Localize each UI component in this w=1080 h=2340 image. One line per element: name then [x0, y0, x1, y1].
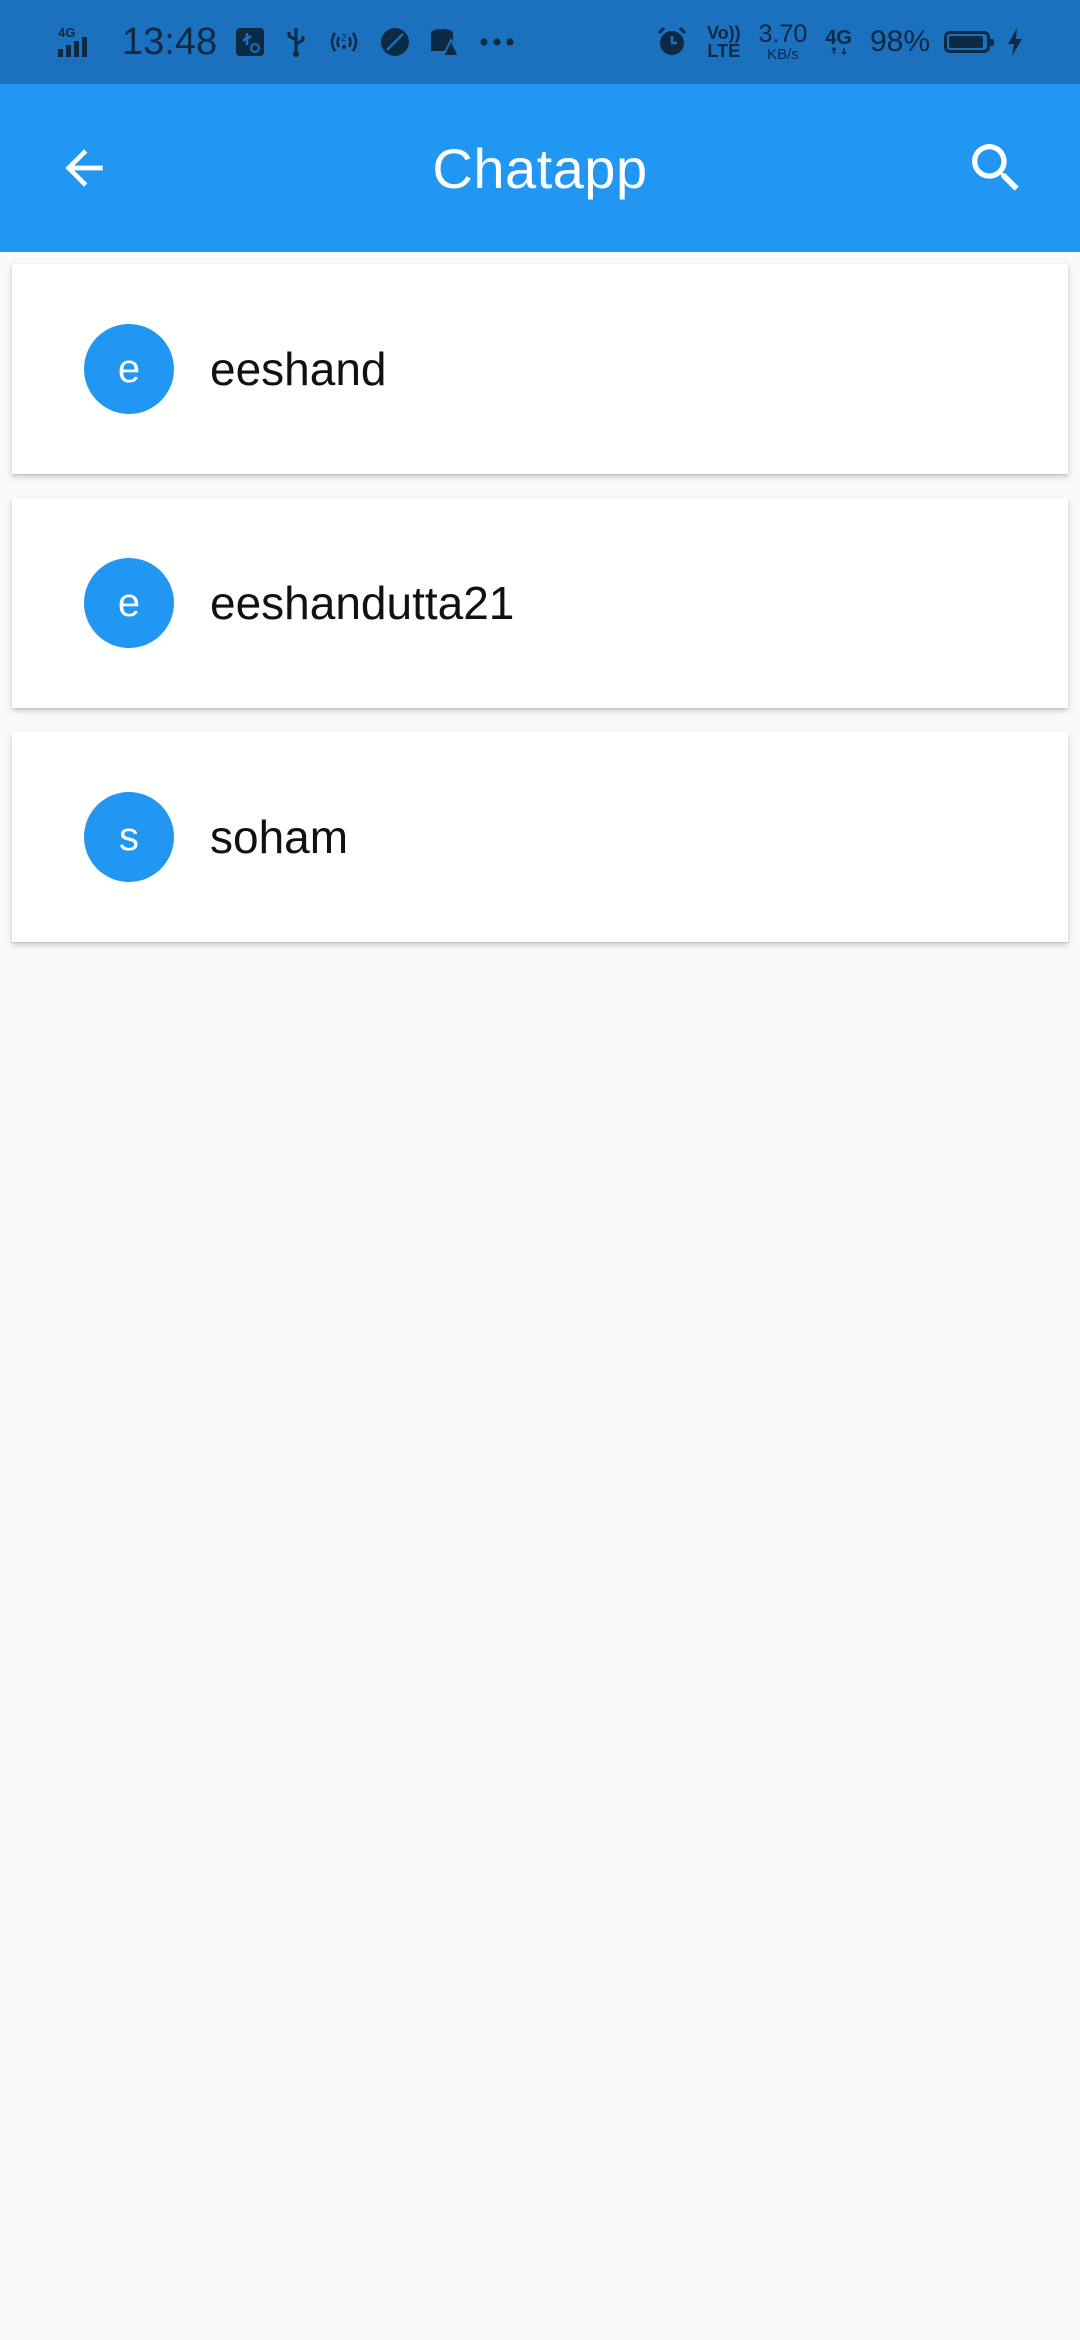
usb-debug-icon: [235, 27, 265, 57]
user-name: eeshandutta21: [210, 577, 515, 629]
usb-icon: [283, 26, 309, 58]
avatar: s: [84, 792, 174, 882]
status-time: 13:48: [122, 20, 218, 63]
list-item[interactable]: e eeshandutta21: [12, 498, 1068, 708]
hotspot-icon: 2: [327, 27, 361, 57]
screen: 4G 13:48 2 Vo)) LTE 3.70 KB/s 4G 98% Cha…: [0, 0, 1080, 2340]
user-name: eeshand: [210, 343, 387, 395]
search-icon: [972, 144, 1019, 191]
battery-percent: 98%: [869, 25, 930, 58]
status-bar: 4G 13:48 2 Vo)) LTE 3.70 KB/s 4G 98%: [0, 0, 1080, 84]
arrow-back-icon: [65, 149, 103, 187]
list-item[interactable]: e eeshand: [12, 264, 1068, 474]
signal-icon: 4G: [56, 25, 98, 59]
alarm-icon: [655, 25, 689, 59]
charging-icon: [1006, 27, 1024, 57]
status-bar-left: 4G 13:48 2: [56, 0, 533, 84]
search-button[interactable]: [960, 132, 1032, 204]
network-speed: 3.70 KB/s: [758, 20, 808, 63]
avatar: e: [84, 324, 174, 414]
page-title: Chatapp: [432, 136, 648, 200]
user-name: soham: [210, 811, 349, 863]
leaf-icon: [379, 26, 411, 58]
back-button[interactable]: [48, 132, 120, 204]
svg-text:4G: 4G: [58, 25, 75, 40]
storage-warning-icon: [429, 26, 461, 58]
svg-text:2: 2: [341, 33, 347, 44]
list-item[interactable]: s soham: [12, 732, 1068, 942]
volte-indicator: Vo)) LTE: [706, 23, 741, 61]
network-type-2: 4G: [825, 28, 852, 55]
avatar: e: [84, 558, 174, 648]
battery-icon: [944, 31, 994, 53]
user-list: e eeshand e eeshandutta21 s soham: [12, 264, 1068, 966]
app-bar: Chatapp: [0, 84, 1080, 252]
more-icon: [479, 37, 515, 47]
status-bar-right: Vo)) LTE 3.70 KB/s 4G 98%: [655, 0, 1024, 84]
